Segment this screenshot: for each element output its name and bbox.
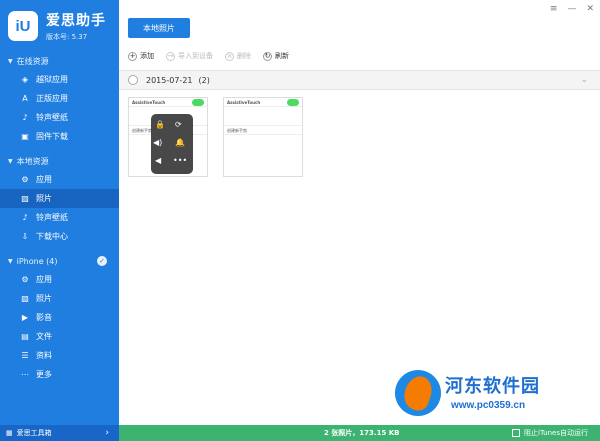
photo-thumbnail[interactable]: AssistiveTouch 创建新手势 🔒 ⟳ ◀) 🔔 ◀ •••: [128, 97, 208, 177]
assistive-touch-overlay: 🔒 ⟳ ◀) 🔔 ◀ •••: [151, 114, 193, 174]
sidebar-item-device-files[interactable]: ▤ 文件: [0, 327, 119, 346]
toolbox-icon: ▦: [6, 429, 13, 437]
status-bar: 2 张照片，173.15 KB 阻止iTunes自动运行: [119, 425, 600, 441]
volume-down-icon: ◀: [155, 156, 162, 165]
photo-count-status: 2 张照片，173.15 KB: [324, 429, 400, 437]
ringtone-icon: ♪: [22, 213, 28, 222]
appstore-icon: A: [22, 94, 28, 103]
contacts-icon: ☰: [21, 351, 29, 360]
sidebar-item-device-apps[interactable]: ⚙ 应用: [0, 270, 119, 289]
sidebar: iU 爱思助手 版本号: 5.37 ▼ 在线资源 ◈ 越狱应用 A 正版应用 ♪ 铃声壁…: [0, 0, 119, 441]
connected-check-icon: ✓: [97, 256, 107, 266]
sidebar-item-ringtones-online[interactable]: ♪ 铃声壁纸: [0, 108, 119, 127]
sidebar-item-local-ringtones[interactable]: ♪ 铃声壁纸: [0, 208, 119, 227]
checkbox-icon[interactable]: [512, 429, 521, 437]
sidebar-item-genuine-apps[interactable]: A 正版应用: [0, 89, 119, 108]
import-icon: →: [166, 51, 175, 61]
photos-icon: ▨: [21, 294, 29, 303]
refresh-button[interactable]: ↻ 刷新: [263, 51, 289, 61]
app-logo: iU: [8, 11, 38, 41]
sidebar-item-device-media[interactable]: ▶ 影音: [0, 308, 119, 327]
more-dots-icon: •••: [173, 156, 188, 165]
sidebar-item-device-contacts[interactable]: ☰ 资料: [0, 346, 119, 365]
plus-icon: +: [128, 51, 137, 61]
media-icon: ▶: [21, 313, 29, 322]
download-icon: ⇩: [21, 232, 29, 241]
sidebar-item-jailbreak-apps[interactable]: ◈ 越狱应用: [0, 70, 119, 89]
photos-icon: ▨: [21, 194, 29, 203]
local-photos-button[interactable]: 本地照片: [128, 18, 190, 38]
sidebar-item-local-apps[interactable]: ⚙ 应用: [0, 170, 119, 189]
watermark-logo: [395, 370, 441, 416]
caret-down-icon: ▼: [8, 257, 13, 265]
apps-icon: ⚙: [21, 175, 29, 184]
delete-icon: ×: [225, 51, 234, 61]
caret-down-icon: ▼: [8, 57, 13, 65]
apps-icon: ⚙: [21, 275, 29, 284]
lock-icon: 🔒: [155, 120, 165, 129]
chevron-right-icon: ›: [105, 428, 109, 438]
main-panel: ≡ — ✕ 本地照片 + 添加 → 导入到设备 × 删除 ↻ 刷新 2015-07-21…: [119, 0, 600, 441]
select-group-radio[interactable]: [128, 75, 138, 85]
block-itunes-checkbox[interactable]: 阻止iTunes自动运行: [512, 428, 588, 438]
sidebar-item-firmware[interactable]: ▣ 固件下载: [0, 127, 119, 146]
firmware-icon: ▣: [21, 132, 29, 141]
volume-up-icon: ◀): [153, 138, 163, 147]
date-group-header[interactable]: 2015-07-21 (2) ⌄: [119, 70, 600, 90]
toolbox-button[interactable]: ▦ 爱思工具箱 ›: [0, 425, 119, 441]
import-to-device-button[interactable]: → 导入到设备: [166, 51, 213, 61]
refresh-icon: ↻: [263, 51, 272, 61]
section-online[interactable]: ▼ 在线资源: [0, 52, 119, 70]
sidebar-item-local-photos[interactable]: ▨ 照片: [0, 189, 119, 208]
toolbar: + 添加 → 导入到设备 × 删除 ↻ 刷新: [128, 51, 301, 61]
watermark-title: 河东软件园: [445, 376, 540, 397]
section-device[interactable]: ▼ iPhone (4) ✓: [0, 252, 119, 270]
window-controls: ≡ — ✕: [550, 4, 594, 14]
close-icon[interactable]: ✕: [586, 4, 594, 14]
caret-down-icon: ▼: [8, 157, 13, 165]
group-date: 2015-07-21: [146, 75, 193, 85]
file-icon: ▤: [21, 332, 29, 341]
watermark-url: www.pc0359.cn: [451, 400, 526, 411]
menu-icon[interactable]: ≡: [550, 4, 558, 14]
section-local[interactable]: ▼ 本地资源: [0, 152, 119, 170]
mute-icon: 🔔: [175, 138, 185, 147]
brand: iU 爱思助手 版本号: 5.37: [0, 0, 119, 52]
sidebar-item-device-photos[interactable]: ▨ 照片: [0, 289, 119, 308]
toggle-icon: [192, 99, 204, 106]
jailbreak-icon: ◈: [21, 75, 29, 84]
app-title: 爱思助手: [46, 13, 106, 29]
toggle-icon: [287, 99, 299, 106]
group-count: (2): [198, 75, 210, 85]
add-button[interactable]: + 添加: [128, 51, 154, 61]
sidebar-item-download-center[interactable]: ⇩ 下载中心: [0, 227, 119, 246]
more-icon: ⋯: [21, 370, 29, 379]
app-version: 版本号: 5.37: [46, 33, 88, 41]
ringtone-icon: ♪: [22, 113, 28, 122]
photo-thumbnail[interactable]: AssistiveTouch 创建新手势: [223, 97, 303, 177]
minimize-icon[interactable]: —: [567, 4, 576, 14]
delete-button[interactable]: × 删除: [225, 51, 251, 61]
sidebar-item-device-more[interactable]: ⋯ 更多: [0, 365, 119, 384]
chevron-down-icon[interactable]: ⌄: [580, 75, 588, 85]
rotate-icon: ⟳: [175, 120, 182, 129]
watermark: 河东软件园 www.pc0359.cn: [395, 370, 595, 420]
